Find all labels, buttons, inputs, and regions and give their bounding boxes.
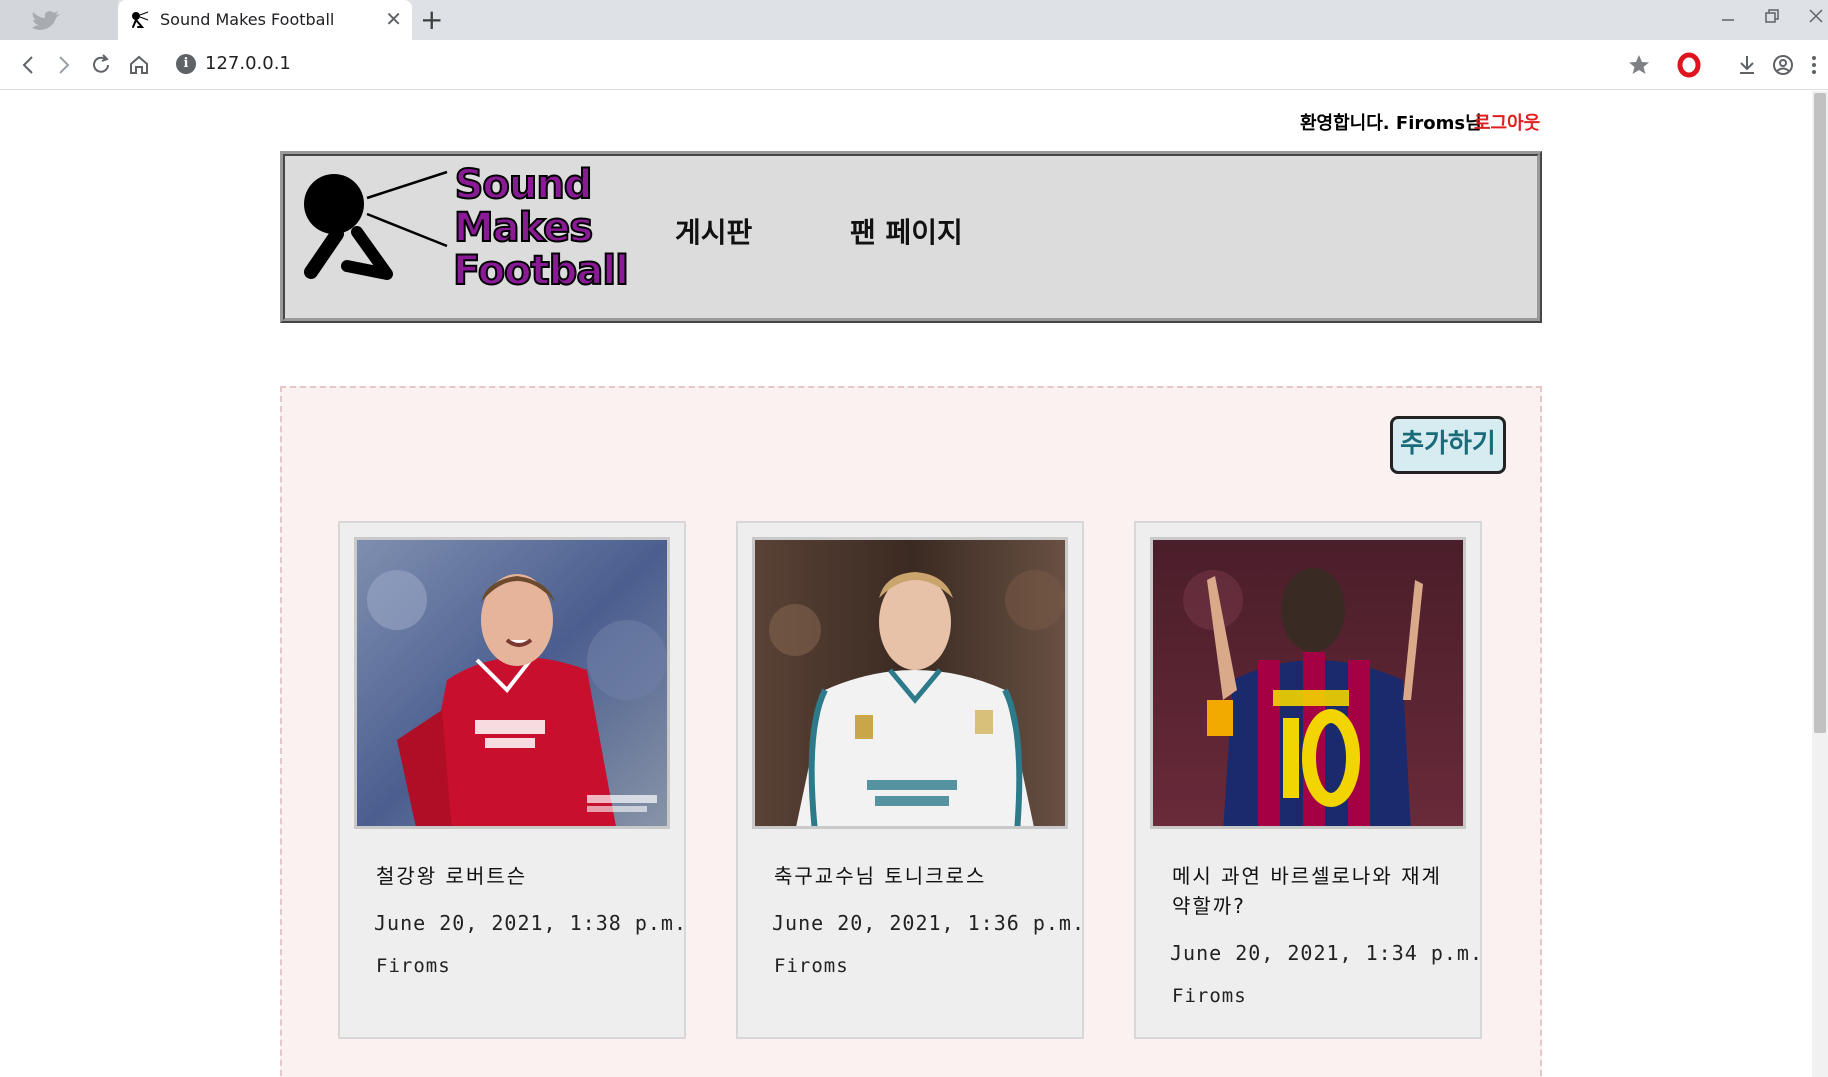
new-tab-button[interactable]: + — [420, 5, 443, 35]
minimize-icon[interactable] — [1718, 8, 1738, 28]
megaphone-logo-icon[interactable] — [299, 164, 464, 284]
welcome-message: 환영합니다. Firoms님 — [1300, 113, 1482, 134]
site-logo-favicon — [132, 11, 149, 28]
restore-icon[interactable] — [1762, 6, 1782, 26]
post-date: June 20, 2021, 1:34 p.m. — [1170, 941, 1483, 965]
post-card[interactable]: 철강왕 로버트슨 June 20, 2021, 1:38 p.m. Firoms — [338, 521, 686, 1039]
post-date: June 20, 2021, 1:38 p.m. — [374, 911, 687, 935]
player-photo-messi — [1153, 540, 1463, 826]
download-icon[interactable] — [1734, 52, 1760, 78]
post-author: Firoms — [376, 955, 451, 977]
info-icon[interactable]: i — [176, 54, 196, 74]
post-image[interactable] — [1150, 537, 1466, 829]
menu-icon[interactable] — [1804, 52, 1824, 78]
home-icon[interactable] — [126, 52, 152, 78]
add-post-button[interactable]: 추가하기 — [1390, 416, 1506, 474]
player-photo-robertson — [357, 540, 667, 826]
page-content: 환영합니다. Firoms님 로그아웃 Sound Makes Football… — [0, 91, 1828, 1077]
twitter-bird-icon — [32, 11, 60, 30]
active-tab[interactable]: Sound Makes Football ✕ — [118, 0, 412, 40]
opera-icon[interactable] — [1676, 52, 1702, 78]
post-card[interactable]: 축구교수님 토니크로스 June 20, 2021, 1:36 p.m. Fir… — [736, 521, 1084, 1039]
address-bar[interactable]: 127.0.0.1 — [205, 53, 291, 74]
site-header: Sound Makes Football 게시판 팬 페이지 — [280, 151, 1542, 323]
browser-tab-bar: Sound Makes Football ✕ + — [0, 0, 1828, 40]
nav-board[interactable]: 게시판 — [675, 211, 752, 251]
tab-close-button[interactable]: ✕ — [385, 8, 402, 30]
tab-title: Sound Makes Football — [160, 10, 335, 29]
logo-line-makes: Makes — [453, 205, 594, 251]
logout-link[interactable]: 로그아웃 — [1474, 109, 1540, 135]
forward-icon[interactable] — [50, 52, 76, 78]
scrollbar-thumb[interactable] — [1814, 93, 1826, 733]
inactive-tab[interactable] — [0, 0, 118, 40]
post-title[interactable]: 축구교수님 토니크로스 — [774, 861, 1064, 891]
player-photo-kroos — [755, 540, 1065, 826]
post-board: 추가하기 철강왕 로버트슨 June 20, 2021, 1:38 p.m. F… — [280, 386, 1542, 1077]
account-icon[interactable] — [1770, 52, 1796, 78]
browser-toolbar: i 127.0.0.1 — [0, 40, 1828, 90]
site-title-logo[interactable]: Sound Makes Football — [452, 162, 630, 294]
post-author: Firoms — [774, 955, 849, 977]
reload-icon[interactable] — [88, 52, 114, 78]
post-title[interactable]: 철강왕 로버트슨 — [376, 861, 666, 891]
close-window-icon[interactable] — [1806, 6, 1826, 26]
post-card[interactable]: 메시 과연 바르셀로나와 재계약할까? June 20, 2021, 1:34 … — [1134, 521, 1482, 1039]
back-icon[interactable] — [16, 52, 42, 78]
post-date: June 20, 2021, 1:36 p.m. — [772, 911, 1085, 935]
post-title[interactable]: 메시 과연 바르셀로나와 재계약할까? — [1172, 861, 1462, 921]
post-author: Firoms — [1172, 985, 1247, 1007]
logo-line-sound: Sound — [454, 162, 594, 208]
post-image[interactable] — [752, 537, 1068, 829]
nav-fan-page[interactable]: 팬 페이지 — [850, 211, 963, 251]
star-icon[interactable] — [1626, 52, 1652, 78]
vertical-scrollbar[interactable] — [1812, 91, 1828, 1077]
post-image[interactable] — [354, 537, 670, 829]
logo-line-football: Football — [452, 248, 630, 294]
